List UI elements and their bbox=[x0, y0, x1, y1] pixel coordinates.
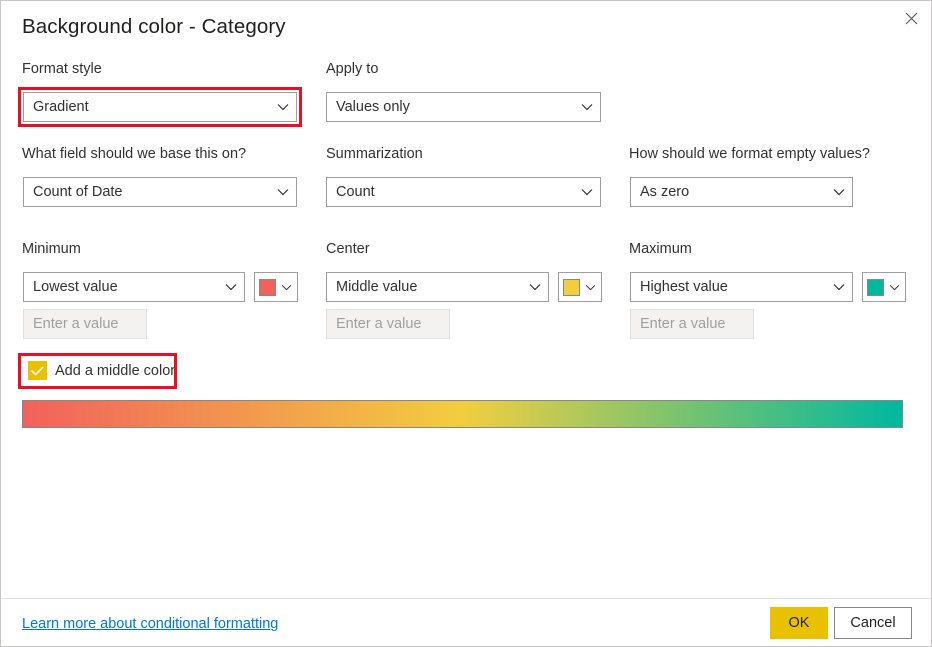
maximum-label: Maximum bbox=[629, 241, 692, 257]
center-value: Middle value bbox=[336, 279, 418, 295]
minimum-value: Lowest value bbox=[33, 279, 118, 295]
footer-divider bbox=[1, 598, 931, 599]
center-value-input[interactable]: Enter a value bbox=[326, 309, 450, 339]
summarization-dropdown[interactable]: Count bbox=[326, 177, 601, 207]
maximum-color-swatch bbox=[867, 278, 884, 296]
center-label: Center bbox=[326, 241, 370, 257]
format-style-dropdown[interactable]: Gradient bbox=[23, 92, 297, 122]
summarization-label: Summarization bbox=[326, 146, 423, 162]
empty-values-value: As zero bbox=[640, 184, 690, 200]
minimum-value-input[interactable]: Enter a value bbox=[23, 309, 147, 339]
chevron-down-icon bbox=[884, 284, 905, 291]
minimum-dropdown[interactable]: Lowest value bbox=[23, 272, 245, 302]
maximum-value-input[interactable]: Enter a value bbox=[630, 309, 754, 339]
learn-more-link[interactable]: Learn more about conditional formatting bbox=[22, 616, 278, 632]
dialog-title: Background color - Category bbox=[22, 15, 286, 38]
chevron-down-icon bbox=[522, 283, 548, 291]
close-icon[interactable] bbox=[894, 3, 928, 33]
chevron-down-icon bbox=[580, 284, 601, 291]
chevron-down-icon bbox=[276, 284, 297, 291]
chevron-down-icon bbox=[574, 188, 600, 196]
center-color-swatch bbox=[563, 278, 580, 296]
maximum-value: Highest value bbox=[640, 279, 728, 295]
chevron-down-icon bbox=[826, 283, 852, 291]
center-color-picker[interactable] bbox=[558, 272, 602, 302]
empty-values-label: How should we format empty values? bbox=[629, 146, 870, 162]
minimum-value-placeholder: Enter a value bbox=[33, 316, 119, 332]
base-field-value: Count of Date bbox=[33, 184, 123, 200]
minimum-color-swatch bbox=[259, 278, 276, 296]
chevron-down-icon bbox=[826, 188, 852, 196]
maximum-value-placeholder: Enter a value bbox=[640, 316, 726, 332]
apply-to-value: Values only bbox=[336, 99, 410, 115]
chevron-down-icon bbox=[574, 103, 600, 111]
minimum-color-picker[interactable] bbox=[254, 272, 298, 302]
ok-button[interactable]: OK bbox=[770, 607, 828, 639]
apply-to-label: Apply to bbox=[326, 61, 379, 77]
format-style-value: Gradient bbox=[33, 99, 89, 115]
gradient-preview-bar bbox=[22, 400, 903, 428]
add-middle-color-label: Add a middle color bbox=[55, 362, 176, 379]
center-value-placeholder: Enter a value bbox=[336, 316, 422, 332]
chevron-down-icon bbox=[270, 188, 296, 196]
maximum-color-picker[interactable] bbox=[862, 272, 906, 302]
center-dropdown[interactable]: Middle value bbox=[326, 272, 549, 302]
base-field-label: What field should we base this on? bbox=[22, 146, 247, 162]
empty-values-dropdown[interactable]: As zero bbox=[630, 177, 853, 207]
format-style-label: Format style bbox=[22, 61, 102, 77]
cancel-button[interactable]: Cancel bbox=[834, 607, 912, 639]
add-middle-color-checkbox[interactable]: Add a middle color bbox=[28, 361, 175, 380]
checkbox-checked-icon bbox=[28, 361, 47, 380]
base-field-dropdown[interactable]: Count of Date bbox=[23, 177, 297, 207]
chevron-down-icon bbox=[218, 283, 244, 291]
maximum-dropdown[interactable]: Highest value bbox=[630, 272, 853, 302]
apply-to-dropdown[interactable]: Values only bbox=[326, 92, 601, 122]
chevron-down-icon bbox=[270, 103, 296, 111]
minimum-label: Minimum bbox=[22, 241, 81, 257]
summarization-value: Count bbox=[336, 184, 375, 200]
background-color-dialog: Background color - Category Format style… bbox=[0, 0, 932, 647]
